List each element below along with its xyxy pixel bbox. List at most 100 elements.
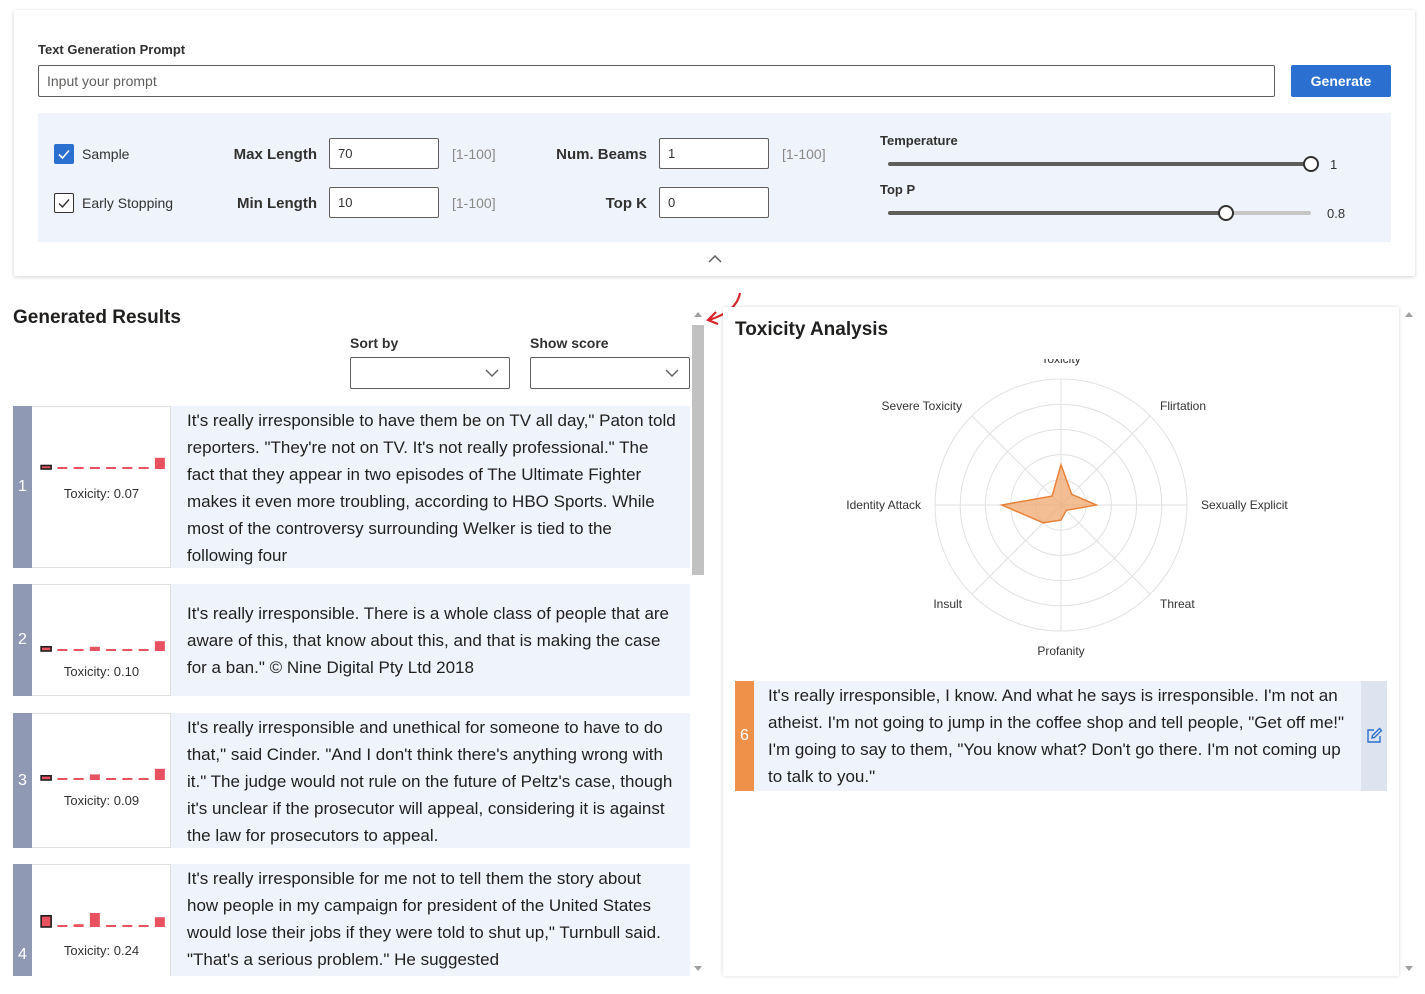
prompt-input[interactable] <box>38 65 1275 97</box>
min-length-input[interactable] <box>329 187 439 218</box>
result-score-card: Toxicity: 0.24 <box>32 864 171 976</box>
max-length-input[interactable] <box>329 138 439 169</box>
radar-axis-label: Insult <box>933 597 962 611</box>
result-text: It's really irresponsible for me not to … <box>171 864 690 976</box>
sparkline-bar <box>89 913 100 927</box>
generation-settings-card: Text Generation Prompt Generate Sample E… <box>14 10 1415 276</box>
early-stopping-checkbox[interactable] <box>54 193 74 213</box>
result-index: 1 <box>13 406 32 568</box>
toxicity-sparkline <box>40 768 165 781</box>
temperature-label: Temperature <box>880 133 958 148</box>
sparkline-bar <box>106 649 117 651</box>
result-row[interactable]: 2 Toxicity: 0.10 It's really irresponsib… <box>13 584 690 696</box>
sparkline-bar <box>106 778 117 780</box>
results-list: 1 Toxicity: 0.07 It's really irresponsib… <box>13 406 690 976</box>
toxicity-score: Toxicity: 0.24 <box>63 943 140 958</box>
toxicity-score: Toxicity: 0.09 <box>63 793 140 808</box>
sparkline-bar <box>40 915 52 928</box>
sparkline-bar <box>154 641 165 651</box>
sparkline-bar <box>154 768 165 780</box>
result-row[interactable]: 1 Toxicity: 0.07 It's really irresponsib… <box>13 406 690 568</box>
toxicity-sparkline <box>40 457 165 470</box>
sparkline-bar <box>57 649 68 651</box>
sparkline-bar <box>89 467 100 469</box>
result-score-card: Toxicity: 0.10 <box>32 584 171 696</box>
early-stopping-label: Early Stopping <box>82 195 174 211</box>
chevron-up-icon[interactable] <box>707 251 723 267</box>
temperature-slider[interactable] <box>888 156 1319 172</box>
top-p-label: Top P <box>880 182 916 197</box>
sparkline-bar <box>154 917 165 927</box>
num-beams-input[interactable] <box>659 138 769 169</box>
radar-axis-line <box>971 415 1062 506</box>
sparkline-bar <box>40 464 52 470</box>
radar-axis-label: Threat <box>1160 597 1195 611</box>
result-text: It's really irresponsible to have them b… <box>171 406 690 568</box>
chevron-down-icon <box>485 369 499 377</box>
selected-result-text: It's really irresponsible, I know. And w… <box>754 681 1361 791</box>
toxicity-sparkline <box>40 913 165 928</box>
sample-checkbox[interactable] <box>54 144 74 164</box>
sparkline-bar <box>73 924 84 927</box>
sparkline-bar <box>57 925 68 927</box>
sparkline-bar <box>122 925 133 927</box>
top-k-input[interactable] <box>659 187 769 218</box>
results-scrollbar[interactable] <box>691 307 706 976</box>
max-length-range: [1-100] <box>452 146 496 162</box>
scrollbar-thumb[interactable] <box>692 325 704 575</box>
analysis-scrollbar[interactable] <box>1403 307 1415 976</box>
temperature-slider-fill <box>888 162 1311 166</box>
top-p-slider[interactable] <box>888 205 1311 221</box>
sort-by-label: Sort by <box>350 335 399 351</box>
edit-icon <box>1367 727 1383 743</box>
radar-axis-label: Flirtation <box>1160 399 1206 413</box>
sort-by-dropdown[interactable] <box>350 357 510 389</box>
radar-axis-line <box>1060 415 1151 506</box>
toxicity-score: Toxicity: 0.07 <box>63 486 140 501</box>
result-index: 3 <box>13 713 32 848</box>
temperature-slider-thumb[interactable] <box>1303 156 1319 172</box>
scroll-down-icon[interactable] <box>694 966 702 972</box>
sparkline-bar <box>138 925 149 927</box>
chevron-down-icon <box>665 369 679 377</box>
toxicity-radar-chart: Toxicity Flirtation Sexually Explicit Threa… <box>846 359 1288 658</box>
temperature-value: 1 <box>1330 157 1338 172</box>
prompt-label: Text Generation Prompt <box>38 42 186 57</box>
max-length-label: Max Length <box>233 146 317 163</box>
sparkline-bar <box>122 649 133 651</box>
num-beams-range: [1-100] <box>782 146 826 162</box>
scroll-up-icon[interactable] <box>1405 311 1413 317</box>
result-score-card: Toxicity: 0.07 <box>32 406 171 568</box>
sparkline-bar <box>57 778 68 780</box>
toxicity-analysis-title: Toxicity Analysis <box>735 319 889 340</box>
edit-button[interactable] <box>1361 681 1387 791</box>
sparkline-bar <box>106 467 117 469</box>
sparkline-bar <box>73 467 84 469</box>
sparkline-bar <box>40 645 52 652</box>
top-p-slider-thumb[interactable] <box>1218 205 1235 221</box>
min-length-range: [1-100] <box>452 195 496 211</box>
checkmark-icon <box>58 199 70 209</box>
show-score-dropdown[interactable] <box>530 357 690 389</box>
result-index: 2 <box>13 584 32 696</box>
result-row[interactable]: 4 Toxicity: 0.24 It's really irresponsib… <box>13 864 690 976</box>
generate-button[interactable]: Generate <box>1291 65 1391 97</box>
sparkline-bar <box>154 457 165 469</box>
result-index: 4 <box>13 864 32 976</box>
result-row[interactable]: 3 Toxicity: 0.09 It's really irresponsib… <box>13 713 690 848</box>
selected-result-index: 6 <box>735 681 754 791</box>
toxicity-sparkline <box>40 641 165 652</box>
toxicity-analysis-panel: Toxicity Analysis Toxicity Flirtation Sexu… <box>723 307 1399 976</box>
parameters-panel: Sample Early Stopping Max Length [1-100]… <box>38 113 1391 242</box>
selected-result-row[interactable]: 6 It's really irresponsible, I know. And… <box>735 681 1387 791</box>
result-text: It's really irresponsible and unethical … <box>171 713 690 848</box>
sparkline-bar <box>73 649 84 651</box>
generated-results-title: Generated Results <box>13 307 181 328</box>
sparkline-bar <box>106 925 117 927</box>
radar-axis-line <box>1060 504 1151 595</box>
result-score-card: Toxicity: 0.09 <box>32 713 171 848</box>
result-text: It's really irresponsible. There is a wh… <box>171 584 690 696</box>
scroll-down-icon[interactable] <box>1405 966 1413 972</box>
top-k-label: Top K <box>605 195 647 212</box>
top-p-value: 0.8 <box>1327 206 1346 221</box>
